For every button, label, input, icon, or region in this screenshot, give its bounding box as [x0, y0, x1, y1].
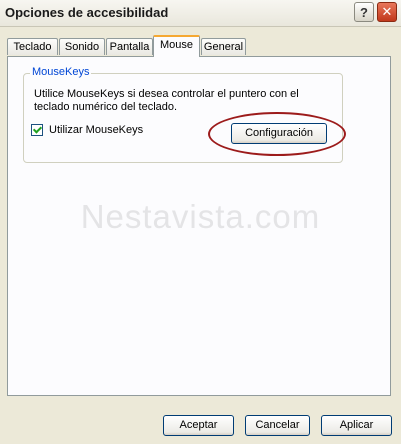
mousekeys-group-title: MouseKeys: [30, 66, 92, 78]
title-bar[interactable]: Opciones de accesibilidad ? ✕: [0, 0, 401, 27]
dialog-window: Opciones de accesibilidad ? ✕ Teclado So…: [0, 0, 401, 444]
use-mousekeys-checkbox[interactable]: [31, 124, 43, 136]
tab-teclado[interactable]: Teclado: [7, 38, 58, 55]
apply-button[interactable]: Aplicar: [321, 415, 392, 436]
close-icon: ✕: [381, 4, 393, 19]
use-mousekeys-checkbox-row[interactable]: Utilizar MouseKeys: [31, 124, 143, 136]
help-icon: ?: [360, 4, 368, 20]
tab-sonido[interactable]: Sonido: [59, 38, 105, 55]
window-title: Opciones de accesibilidad: [5, 5, 169, 20]
close-button[interactable]: ✕: [377, 2, 397, 22]
help-button[interactable]: ?: [354, 2, 374, 22]
use-mousekeys-label[interactable]: Utilizar MouseKeys: [49, 124, 143, 136]
mousekeys-description: Utilice MouseKeys si desea controlar el …: [34, 88, 299, 113]
highlight-ellipse: [208, 112, 346, 156]
cancel-button[interactable]: Cancelar: [245, 415, 310, 436]
tab-mouse[interactable]: Mouse: [153, 35, 200, 57]
watermark: Nestavista.com: [80, 198, 321, 235]
tab-general[interactable]: General: [201, 38, 246, 55]
accept-button[interactable]: Aceptar: [163, 415, 234, 436]
tab-pantalla[interactable]: Pantalla: [106, 38, 153, 55]
